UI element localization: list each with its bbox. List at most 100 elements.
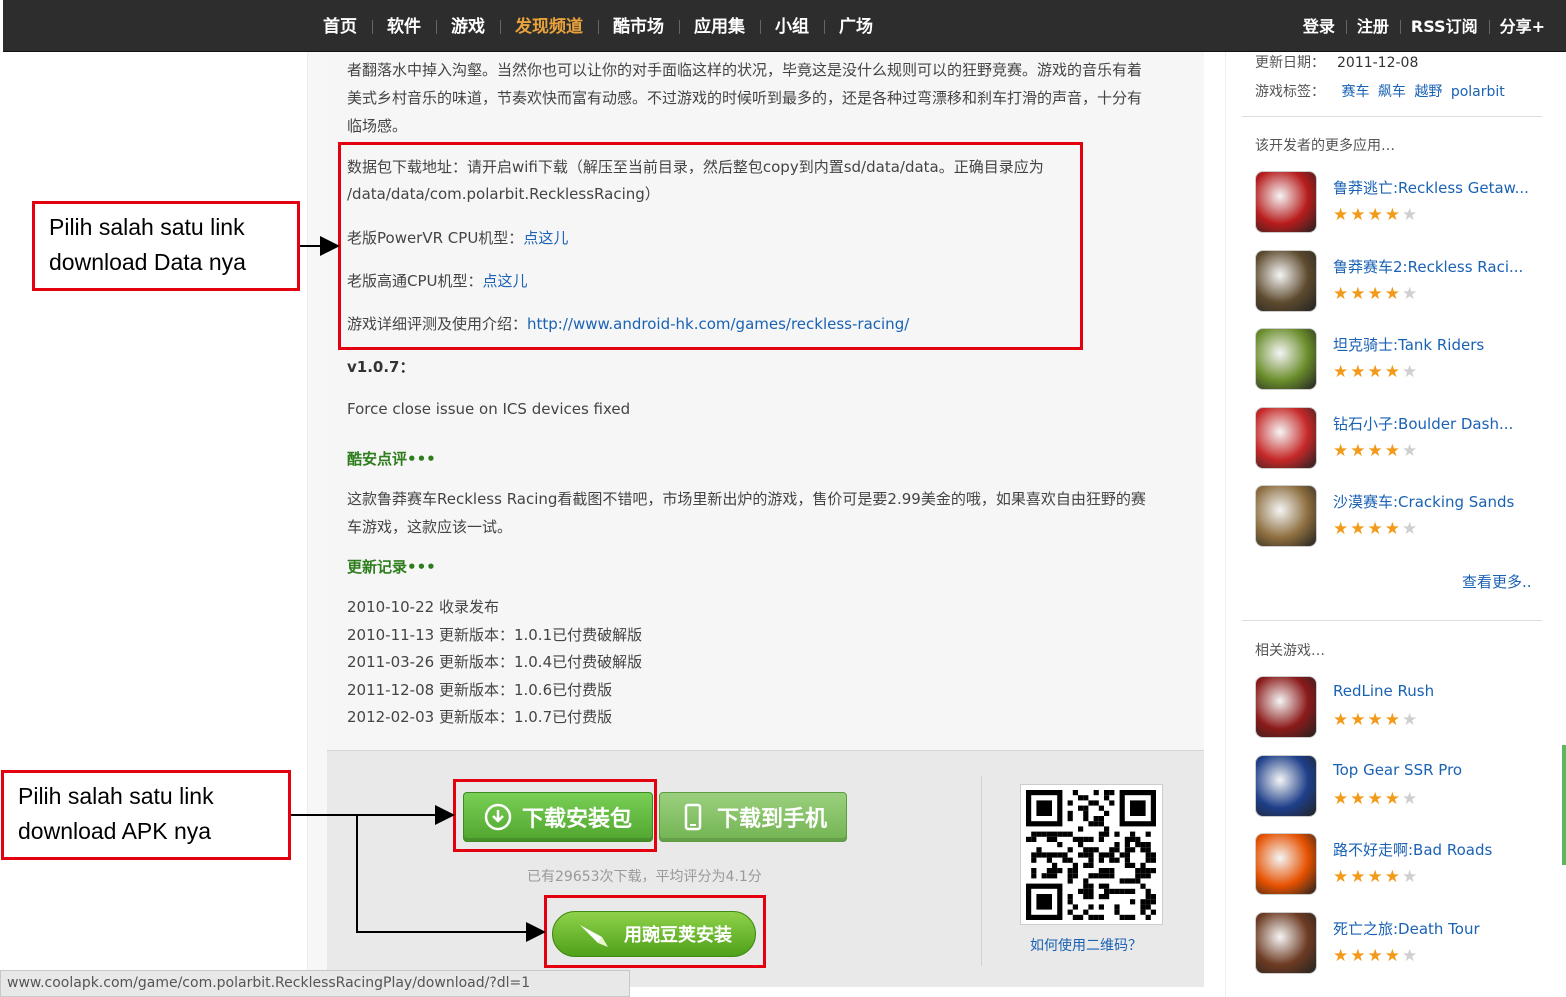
view-more-link[interactable]: 查看更多.. <box>1462 571 1532 592</box>
star-icon: ★ <box>1350 362 1368 383</box>
star-icon: ★ <box>1333 710 1351 730</box>
tag-link[interactable]: 赛车 <box>1341 84 1369 100</box>
data-download-callout: Pilih salah satu link download Data nya <box>32 201 300 291</box>
app-name-link[interactable]: 坦克骑士:Tank Riders <box>1333 334 1484 355</box>
star-icon: ★ <box>1402 205 1420 225</box>
game-description: 者翻落水中掉入沟壑。当然你也可以让你的对手面临这样的状况，毕竟这是没什么规则可以… <box>347 56 1187 140</box>
star-icon: ★ <box>1367 867 1385 888</box>
star-icon: ★ <box>1402 867 1420 888</box>
sidebar-app-item[interactable]: 沙漠赛车:Cracking Sands ★★★★★ <box>1255 485 1545 549</box>
nav-games[interactable]: 游戏 <box>436 14 500 40</box>
sidebar-app-item[interactable]: 鲁莽赛车2:Reckless Raci... ★★★★★ <box>1255 249 1545 314</box>
sidebar-app-item[interactable]: 钻石小子:Boulder Dash... ★★★★★ <box>1255 406 1545 471</box>
star-icon: ★ <box>1367 283 1385 304</box>
star-icon: ★ <box>1333 205 1351 225</box>
browser-status-url: www.coolapk.com/game/com.polarbit.Reckle… <box>0 970 630 997</box>
tag-link[interactable]: polarbit <box>1451 84 1505 100</box>
star-rating: ★★★★★ <box>1333 441 1419 461</box>
coolapk-review-text: 这款鲁莽赛车Reckless Racing看截图不错吧，市场里新出炉的游戏，售价… <box>347 485 1187 541</box>
star-icon: ★ <box>1367 710 1385 730</box>
star-icon: ★ <box>1350 788 1368 809</box>
version-label: v1.0.7： <box>347 358 415 376</box>
app-icon[interactable] <box>1255 406 1317 469</box>
star-icon: ★ <box>1402 945 1420 966</box>
app-name-link[interactable]: 钻石小子:Boulder Dash... <box>1333 413 1513 434</box>
star-icon: ★ <box>1350 283 1368 304</box>
changelog-item: 2010-11-13 更新版本：1.0.1已付费破解版 <box>347 625 643 644</box>
sidebar-app-item[interactable]: 死亡之旅:Death Tour ★★★★★ <box>1255 911 1545 976</box>
app-icon[interactable] <box>1255 485 1317 548</box>
star-icon: ★ <box>1350 945 1368 966</box>
download-to-phone-button[interactable]: 下载到手机 <box>659 792 847 842</box>
star-icon: ★ <box>1350 440 1368 461</box>
qr-code-graphic <box>1026 790 1156 920</box>
star-icon: ★ <box>1402 788 1420 809</box>
star-icon: ★ <box>1402 362 1420 383</box>
app-icon[interactable] <box>1255 911 1317 974</box>
update-date-value: 2011-12-08 <box>1337 55 1419 71</box>
sidebar-app-item[interactable]: RedLine Rush ★★★★★ <box>1255 676 1545 740</box>
star-icon: ★ <box>1384 710 1402 730</box>
sidebar-divider <box>1242 116 1542 117</box>
sidebar-app-item[interactable]: 路不好走啊:Bad Roads ★★★★★ <box>1255 833 1545 897</box>
coolapk-review-title: 酷安点评••• <box>347 450 436 468</box>
qr-help-link[interactable]: 如何使用二维码？ <box>1030 935 1142 955</box>
rss-link[interactable]: RSS订阅 <box>1399 14 1489 40</box>
game-tags-label: 游戏标签： <box>1255 84 1325 100</box>
star-rating: ★★★★★ <box>1333 205 1419 225</box>
phone-icon <box>684 803 702 831</box>
app-icon[interactable] <box>1255 754 1317 817</box>
star-icon: ★ <box>1402 519 1420 540</box>
app-icon[interactable] <box>1255 171 1317 233</box>
nav-discover[interactable]: 发现频道 <box>500 14 598 40</box>
app-icon[interactable] <box>1255 249 1317 312</box>
changelog-item: 2010-10-22 收录发布 <box>347 598 499 616</box>
star-rating: ★★★★★ <box>1333 362 1419 382</box>
app-name-link[interactable]: 路不好走啊:Bad Roads <box>1333 839 1492 860</box>
star-icon: ★ <box>1333 440 1351 461</box>
star-icon: ★ <box>1402 283 1420 304</box>
app-name-link[interactable]: 沙漠赛车:Cracking Sands <box>1333 491 1514 512</box>
app-icon[interactable] <box>1255 328 1317 391</box>
tag-link[interactable]: 越野 <box>1414 84 1442 100</box>
nav-home[interactable]: 首页 <box>308 14 372 40</box>
nav-plaza[interactable]: 广场 <box>824 14 888 40</box>
app-icon[interactable] <box>1255 676 1317 738</box>
star-icon: ★ <box>1367 205 1385 225</box>
app-name-link[interactable]: Top Gear SSR Pro <box>1333 761 1462 779</box>
star-icon: ★ <box>1333 788 1351 809</box>
star-icon: ★ <box>1402 710 1420 730</box>
game-tags-row: 游戏标签： 赛车 飙车 越野 polarbit <box>1255 81 1505 101</box>
nav-app-collections[interactable]: 应用集 <box>679 14 760 40</box>
app-name-link[interactable]: 鲁莽逃亡:Reckless Getaw... <box>1333 177 1529 198</box>
share-link[interactable]: 分享+ <box>1488 14 1556 40</box>
apk-button-highlight <box>453 779 657 852</box>
star-icon: ★ <box>1367 440 1385 461</box>
sidebar-app-item[interactable]: 坦克骑士:Tank Riders ★★★★★ <box>1255 328 1545 392</box>
sidebar-app-item[interactable]: 鲁莽逃亡:Reckless Getaw... ★★★★★ <box>1255 171 1545 235</box>
sidebar-app-item[interactable]: Top Gear SSR Pro ★★★★★ <box>1255 754 1545 819</box>
star-icon: ★ <box>1350 519 1368 540</box>
app-icon[interactable] <box>1255 833 1317 896</box>
login-link[interactable]: 登录 <box>1292 14 1346 40</box>
review-line: 车游戏，这款应该一试。 <box>347 518 513 536</box>
star-icon: ★ <box>1350 205 1368 225</box>
star-icon: ★ <box>1384 945 1402 966</box>
changelog-item: 2011-12-08 更新版本：1.0.6已付费版 <box>347 680 613 699</box>
sidebar-divider <box>1242 620 1542 621</box>
app-name-link[interactable]: RedLine Rush <box>1333 682 1434 700</box>
user-nav: 登录 注册 RSS订阅 分享+ <box>1292 14 1556 40</box>
wandoujia-button-highlight <box>544 895 766 968</box>
star-icon: ★ <box>1402 440 1420 461</box>
register-link[interactable]: 注册 <box>1345 14 1400 40</box>
nav-groups[interactable]: 小组 <box>760 14 824 40</box>
app-name-link[interactable]: 鲁莽赛车2:Reckless Raci... <box>1333 256 1523 277</box>
description-line: 者翻落水中掉入沟壑。当然你也可以让你的对手面临这样的状况，毕竟这是没什么规则可以… <box>347 61 1143 79</box>
app-name-link[interactable]: 死亡之旅:Death Tour <box>1333 918 1480 939</box>
nav-coolmarket[interactable]: 酷市场 <box>598 14 679 40</box>
scrollbar-thumb[interactable] <box>1562 745 1566 865</box>
tag-link[interactable]: 飙车 <box>1378 84 1406 100</box>
star-icon: ★ <box>1333 867 1351 888</box>
nav-software[interactable]: 软件 <box>372 14 436 40</box>
star-rating: ★★★★★ <box>1333 284 1419 304</box>
